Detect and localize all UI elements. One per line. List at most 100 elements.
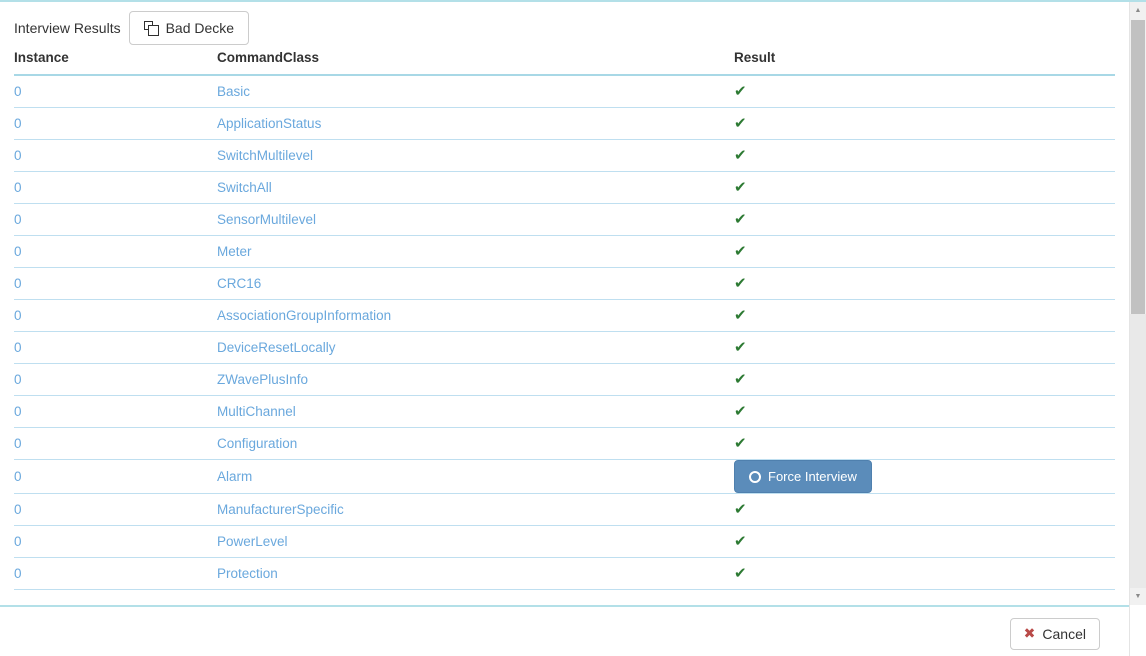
check-icon: ✔ bbox=[734, 210, 747, 228]
cell-instance: 0 bbox=[14, 203, 200, 236]
cell-result: ✔ bbox=[730, 427, 1115, 460]
commandclass-link[interactable]: Basic bbox=[217, 84, 250, 99]
scroll-down-arrow-icon[interactable]: ▼ bbox=[1130, 588, 1146, 605]
table-row: 0 ApplicationStatus ✔ bbox=[14, 107, 1115, 140]
cell-commandclass: ApplicationStatus bbox=[200, 107, 730, 140]
check-icon: ✔ bbox=[734, 178, 747, 196]
column-header-commandclass: CommandClass bbox=[200, 50, 730, 76]
dialog-scroll-body: Interview Results Bad Decke Instance Com… bbox=[0, 4, 1146, 607]
check-icon: ✔ bbox=[734, 338, 747, 356]
table-body: 0 Basic ✔ 0 ApplicationStatus ✔ 0 SwitchMultile… bbox=[14, 75, 1115, 590]
commandclass-link[interactable]: SwitchMultilevel bbox=[217, 148, 313, 163]
commandclass-link[interactable]: AssociationGroupInformation bbox=[217, 308, 391, 323]
cell-result: ✔ bbox=[730, 75, 1115, 108]
check-icon: ✔ bbox=[734, 500, 747, 518]
cell-instance: 0 bbox=[14, 331, 200, 364]
cell-instance: 0 bbox=[14, 395, 200, 428]
scrollbar-track[interactable] bbox=[1130, 314, 1146, 588]
commandclass-link[interactable]: Protection bbox=[217, 566, 278, 581]
cell-result: ✔ bbox=[730, 525, 1115, 558]
cell-result: ✔ bbox=[730, 235, 1115, 268]
table-row: 0 DeviceResetLocally ✔ bbox=[14, 331, 1115, 364]
check-icon: ✔ bbox=[734, 146, 747, 164]
close-icon: ✖ bbox=[1023, 626, 1036, 642]
cell-commandclass: Protection bbox=[200, 557, 730, 590]
cell-instance: 0 bbox=[14, 267, 200, 300]
instance-value: 0 bbox=[14, 340, 22, 355]
commandclass-link[interactable]: CRC16 bbox=[217, 276, 261, 291]
cell-result: ✔ bbox=[730, 331, 1115, 364]
instance-value: 0 bbox=[14, 502, 22, 517]
vertical-scrollbar[interactable]: ▲ ▼ bbox=[1129, 2, 1146, 656]
cancel-button[interactable]: ✖ Cancel bbox=[1009, 618, 1100, 650]
device-name-label: Bad Decke bbox=[165, 20, 235, 36]
check-icon: ✔ bbox=[734, 274, 747, 292]
check-icon: ✔ bbox=[734, 306, 747, 324]
page-title: Interview Results bbox=[14, 20, 121, 36]
cell-result: ✔ bbox=[730, 395, 1115, 428]
instance-value: 0 bbox=[14, 308, 22, 323]
cell-commandclass: ZWavePlusInfo bbox=[200, 363, 730, 396]
cell-commandclass: MultiChannel bbox=[200, 395, 730, 428]
cell-instance: 0 bbox=[14, 235, 200, 268]
check-icon: ✔ bbox=[734, 564, 747, 582]
table-header-row: Instance CommandClass Result bbox=[14, 50, 1115, 76]
commandclass-link[interactable]: SensorMultilevel bbox=[217, 212, 316, 227]
commandclass-link[interactable]: DeviceResetLocally bbox=[217, 340, 336, 355]
instance-value: 0 bbox=[14, 148, 22, 163]
cell-instance: 0 bbox=[14, 557, 200, 590]
cell-result: ✔ bbox=[730, 107, 1115, 140]
cell-result: ✔ bbox=[730, 203, 1115, 236]
table-row: 0 MultiChannel ✔ bbox=[14, 395, 1115, 428]
cell-commandclass: AssociationGroupInformation bbox=[200, 299, 730, 332]
commandclass-link[interactable]: ManufacturerSpecific bbox=[217, 502, 344, 517]
circle-icon bbox=[749, 470, 761, 483]
instance-value: 0 bbox=[14, 212, 22, 227]
instance-value: 0 bbox=[14, 276, 22, 291]
instance-value: 0 bbox=[14, 372, 22, 387]
check-icon: ✔ bbox=[734, 242, 747, 260]
cell-instance: 0 bbox=[14, 299, 200, 332]
cell-result: ✔ bbox=[730, 299, 1115, 332]
scroll-up-arrow-icon[interactable]: ▲ bbox=[1130, 2, 1146, 19]
force-interview-button[interactable]: Force Interview bbox=[734, 460, 872, 493]
instance-value: 0 bbox=[14, 436, 22, 451]
cell-instance: 0 bbox=[14, 525, 200, 558]
commandclass-link[interactable]: ZWavePlusInfo bbox=[217, 372, 308, 387]
cell-commandclass: Basic bbox=[200, 75, 730, 108]
clone-icon bbox=[143, 20, 159, 36]
table-row: 0 Protection ✔ bbox=[14, 557, 1115, 590]
cell-commandclass: PowerLevel bbox=[200, 525, 730, 558]
table-header: Instance CommandClass Result bbox=[14, 50, 1115, 76]
cell-instance: 0 bbox=[14, 139, 200, 172]
instance-value: 0 bbox=[14, 84, 22, 99]
check-icon: ✔ bbox=[734, 532, 747, 550]
cell-commandclass: Configuration bbox=[200, 427, 730, 460]
scrollbar-thumb[interactable] bbox=[1131, 20, 1145, 314]
device-name-button[interactable]: Bad Decke bbox=[128, 11, 250, 45]
instance-value: 0 bbox=[14, 469, 22, 484]
commandclass-link[interactable]: Alarm bbox=[217, 469, 252, 484]
dialog-header: Interview Results Bad Decke bbox=[14, 4, 1115, 50]
dialog-content: Interview Results Bad Decke Instance Com… bbox=[0, 4, 1129, 605]
interview-results-dialog: Interview Results Bad Decke Instance Com… bbox=[0, 0, 1146, 656]
force-interview-label: Force Interview bbox=[768, 469, 857, 484]
commandclass-link[interactable]: Meter bbox=[217, 244, 252, 259]
interview-results-table: Instance CommandClass Result 0 Basic ✔ 0 App… bbox=[14, 50, 1115, 590]
cell-result: ✔ bbox=[730, 363, 1115, 396]
cell-result: ✔ bbox=[730, 557, 1115, 590]
cell-commandclass: SensorMultilevel bbox=[200, 203, 730, 236]
table-row: 0 PowerLevel ✔ bbox=[14, 525, 1115, 558]
table-row: 0 ZWavePlusInfo ✔ bbox=[14, 363, 1115, 396]
column-header-instance: Instance bbox=[14, 50, 200, 76]
commandclass-link[interactable]: PowerLevel bbox=[217, 534, 288, 549]
commandclass-link[interactable]: MultiChannel bbox=[217, 404, 296, 419]
cell-instance: 0 bbox=[14, 493, 200, 526]
instance-value: 0 bbox=[14, 244, 22, 259]
commandclass-link[interactable]: SwitchAll bbox=[217, 180, 272, 195]
check-icon: ✔ bbox=[734, 434, 747, 452]
commandclass-link[interactable]: Configuration bbox=[217, 436, 297, 451]
cell-result: Force Interview bbox=[730, 459, 1115, 494]
dialog-footer: ✖ Cancel bbox=[0, 607, 1146, 656]
commandclass-link[interactable]: ApplicationStatus bbox=[217, 116, 321, 131]
